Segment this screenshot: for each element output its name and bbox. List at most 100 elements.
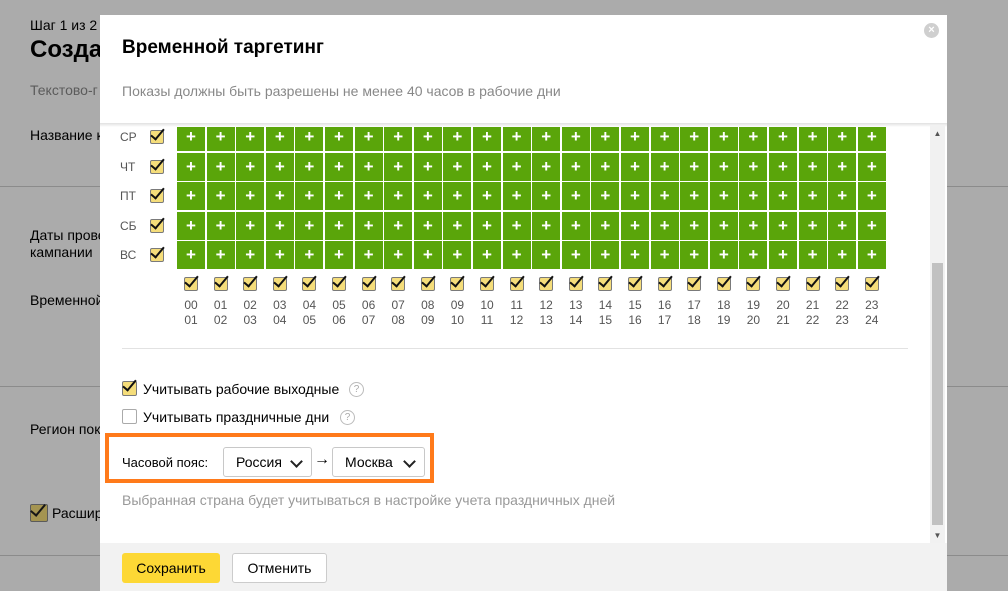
- time-cell[interactable]: +: [798, 241, 827, 270]
- time-cell[interactable]: +: [798, 123, 827, 151]
- time-cell[interactable]: +: [650, 152, 679, 181]
- time-cell[interactable]: +: [709, 182, 738, 211]
- close-icon[interactable]: ×: [924, 23, 939, 38]
- time-cell[interactable]: +: [621, 211, 649, 240]
- time-cell[interactable]: +: [354, 182, 383, 211]
- time-cell[interactable]: +: [857, 182, 886, 211]
- time-cell[interactable]: +: [561, 182, 590, 211]
- time-cell[interactable]: +: [177, 211, 205, 240]
- time-cell[interactable]: +: [177, 152, 205, 181]
- time-cell[interactable]: +: [591, 241, 620, 270]
- time-cell[interactable]: +: [295, 241, 324, 270]
- day-checkbox[interactable]: [150, 159, 164, 174]
- time-cell[interactable]: +: [769, 211, 797, 240]
- time-cell[interactable]: +: [354, 152, 383, 181]
- time-cell[interactable]: +: [295, 211, 324, 240]
- time-cell[interactable]: +: [739, 152, 768, 181]
- time-cell[interactable]: +: [325, 182, 353, 211]
- time-cell[interactable]: +: [502, 152, 531, 181]
- time-cell[interactable]: +: [177, 241, 205, 270]
- time-cell[interactable]: +: [532, 182, 561, 211]
- time-cell[interactable]: +: [709, 123, 738, 151]
- time-cell[interactable]: +: [798, 152, 827, 181]
- time-cell[interactable]: +: [709, 241, 738, 270]
- time-cell[interactable]: +: [384, 182, 413, 211]
- time-cell[interactable]: +: [265, 152, 294, 181]
- time-cell[interactable]: +: [206, 241, 235, 270]
- hour-checkbox[interactable]: [480, 277, 494, 291]
- time-cell[interactable]: +: [502, 182, 531, 211]
- time-cell[interactable]: +: [561, 152, 590, 181]
- time-cell[interactable]: +: [384, 211, 413, 240]
- time-cell[interactable]: +: [828, 152, 857, 181]
- time-cell[interactable]: +: [828, 211, 857, 240]
- time-cell[interactable]: +: [769, 123, 797, 151]
- time-cell[interactable]: +: [680, 182, 709, 211]
- time-cell[interactable]: +: [354, 211, 383, 240]
- hour-checkbox[interactable]: [805, 277, 820, 291]
- hour-checkbox[interactable]: [657, 277, 672, 291]
- time-cell[interactable]: +: [354, 123, 383, 151]
- time-cell[interactable]: +: [295, 182, 324, 211]
- time-cell[interactable]: +: [650, 211, 679, 240]
- time-cell[interactable]: +: [532, 152, 561, 181]
- time-cell[interactable]: +: [798, 182, 827, 211]
- country-select[interactable]: Россия: [223, 447, 312, 477]
- time-cell[interactable]: +: [621, 123, 649, 151]
- time-cell[interactable]: +: [739, 211, 768, 240]
- time-cell[interactable]: +: [413, 211, 442, 240]
- hour-checkbox[interactable]: [539, 277, 554, 291]
- hour-checkbox[interactable]: [361, 277, 376, 291]
- time-cell[interactable]: +: [502, 123, 531, 151]
- scroll-thumb[interactable]: [932, 263, 943, 525]
- hour-checkbox[interactable]: [420, 277, 435, 291]
- time-cell[interactable]: +: [739, 241, 768, 270]
- time-cell[interactable]: +: [828, 123, 857, 151]
- hour-checkbox[interactable]: [776, 277, 790, 291]
- city-select[interactable]: Москва: [332, 447, 425, 477]
- time-cell[interactable]: +: [591, 211, 620, 240]
- time-cell[interactable]: +: [621, 241, 649, 270]
- time-cell[interactable]: +: [206, 123, 235, 151]
- time-cell[interactable]: +: [325, 123, 353, 151]
- hour-checkbox[interactable]: [716, 277, 731, 291]
- hour-checkbox[interactable]: [687, 277, 702, 291]
- time-cell[interactable]: +: [443, 123, 472, 151]
- time-cell[interactable]: +: [769, 152, 797, 181]
- time-cell[interactable]: +: [206, 182, 235, 211]
- time-cell[interactable]: +: [591, 182, 620, 211]
- time-cell[interactable]: +: [591, 152, 620, 181]
- hour-checkbox[interactable]: [450, 277, 465, 291]
- time-cell[interactable]: +: [709, 152, 738, 181]
- time-cell[interactable]: +: [354, 241, 383, 270]
- time-cell[interactable]: +: [828, 182, 857, 211]
- time-cell[interactable]: +: [413, 152, 442, 181]
- time-cell[interactable]: +: [265, 211, 294, 240]
- time-cell[interactable]: +: [384, 241, 413, 270]
- time-cell[interactable]: +: [473, 123, 501, 151]
- time-cell[interactable]: +: [443, 241, 472, 270]
- time-cell[interactable]: +: [325, 152, 353, 181]
- hour-checkbox[interactable]: [272, 277, 287, 291]
- time-cell[interactable]: +: [236, 152, 265, 181]
- hour-checkbox[interactable]: [332, 277, 346, 291]
- hour-checkbox[interactable]: [628, 277, 642, 291]
- time-cell[interactable]: +: [561, 123, 590, 151]
- time-cell[interactable]: +: [206, 211, 235, 240]
- time-cell[interactable]: +: [857, 241, 886, 270]
- time-cell[interactable]: +: [532, 123, 561, 151]
- hour-checkbox[interactable]: [213, 277, 228, 291]
- time-cell[interactable]: +: [502, 211, 531, 240]
- time-cell[interactable]: +: [265, 241, 294, 270]
- day-checkbox[interactable]: [150, 218, 164, 233]
- time-cell[interactable]: +: [177, 182, 205, 211]
- time-cell[interactable]: +: [828, 241, 857, 270]
- time-cell[interactable]: +: [265, 182, 294, 211]
- time-cell[interactable]: +: [443, 211, 472, 240]
- time-cell[interactable]: +: [413, 123, 442, 151]
- time-cell[interactable]: +: [413, 241, 442, 270]
- time-cell[interactable]: +: [680, 123, 709, 151]
- time-cell[interactable]: +: [561, 211, 590, 240]
- time-cell[interactable]: +: [680, 152, 709, 181]
- help-icon[interactable]: ?: [340, 410, 355, 425]
